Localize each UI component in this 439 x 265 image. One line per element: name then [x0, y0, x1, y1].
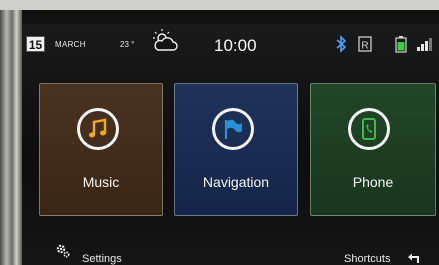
shortcuts-button[interactable]: Shortcuts [344, 253, 390, 265]
return-arrow-icon[interactable] [407, 252, 421, 264]
status-bar: 15 MARCH 23 ° 10:00 R [22, 24, 439, 64]
music-label: Music [82, 174, 120, 190]
month-label: MARCH [55, 40, 86, 49]
svg-text:R: R [361, 41, 368, 52]
music-tile[interactable]: Music [39, 83, 163, 216]
phone-label: Phone [352, 174, 394, 190]
bluetooth-icon [336, 35, 347, 53]
phone-tile[interactable]: Phone [310, 83, 436, 216]
music-note-icon [89, 118, 107, 138]
clock: 10:00 [214, 36, 257, 55]
temperature-label: 23 ° [120, 40, 135, 49]
phone-icon [362, 118, 376, 140]
navigation-tile[interactable]: Navigation [174, 83, 298, 216]
background-photo-edge [0, 10, 22, 265]
phone-icon-circle [348, 108, 390, 150]
flag-icon [224, 119, 242, 139]
signal-icon [417, 38, 432, 51]
navigation-icon-circle [212, 108, 254, 150]
calendar-day: 15 [26, 36, 45, 52]
screen-bezel [22, 10, 439, 24]
battery-icon [395, 36, 407, 53]
r-icon: R [358, 36, 372, 52]
navigation-label: Navigation [202, 174, 270, 190]
settings-button[interactable]: Settings [82, 253, 122, 265]
music-icon-circle [77, 108, 119, 150]
settings-gear-icon[interactable] [56, 244, 70, 258]
bezel-top [0, 0, 439, 10]
head-unit-screen: 15 MARCH 23 ° 10:00 R Music Navigation P… [22, 24, 439, 265]
bottom-bar: Settings Shortcuts [22, 236, 439, 265]
partly-cloudy-icon [153, 29, 178, 51]
